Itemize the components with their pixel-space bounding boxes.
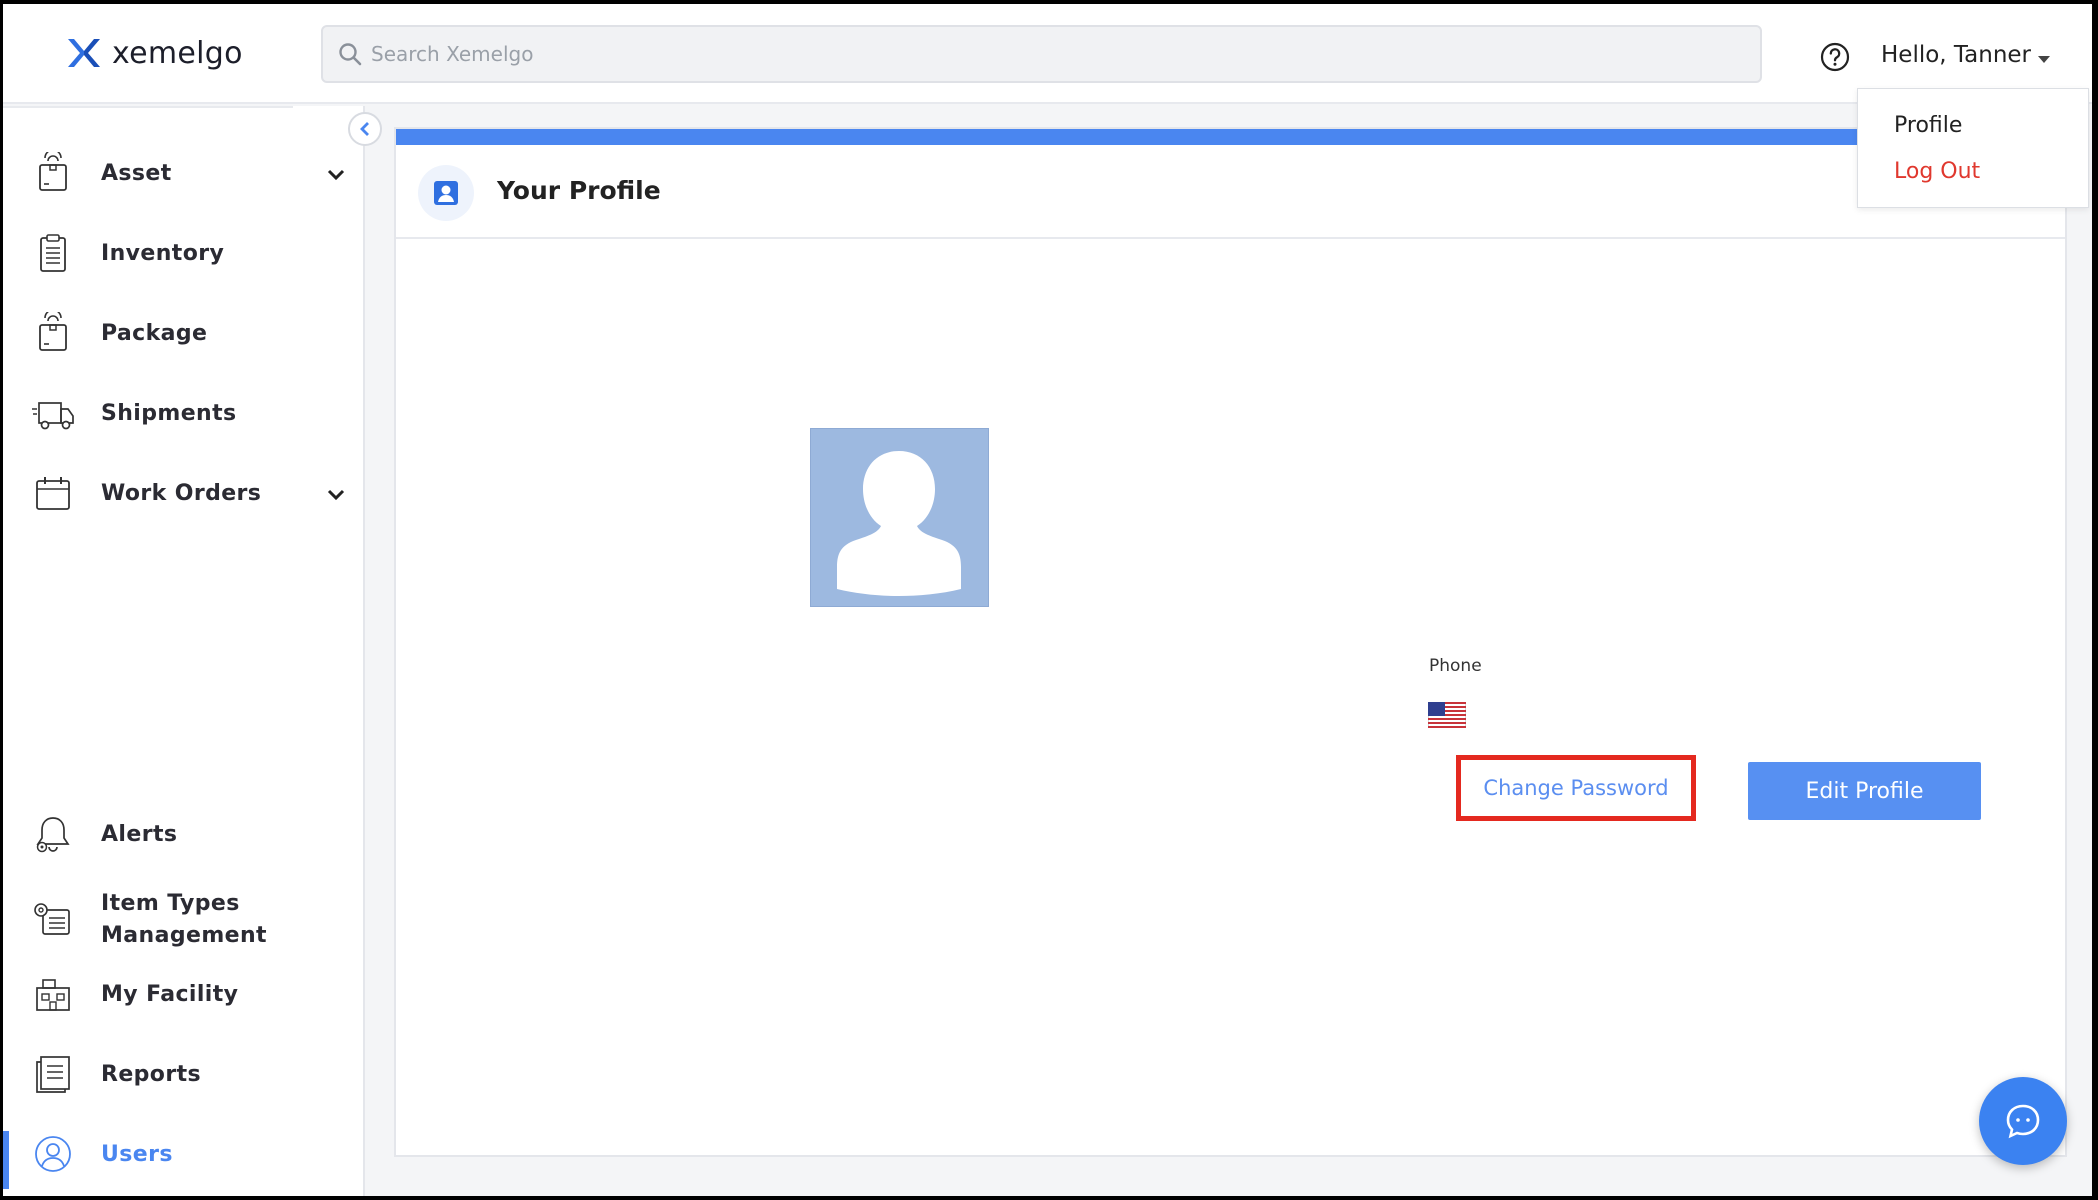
sidebar-item-label: My Facility <box>101 982 239 1007</box>
sidebar-item-label: Item Types Management <box>101 891 267 948</box>
sidebar-item-label: Package <box>101 321 208 346</box>
item-types-icon <box>34 903 70 935</box>
sidebar-item-users[interactable]: Users <box>3 1130 363 1180</box>
page-title: Your Profile <box>497 176 661 205</box>
reports-icon <box>36 1056 70 1093</box>
clipboard-icon <box>40 234 66 272</box>
sidebar-item-label: Work Orders <box>101 481 262 506</box>
user-greeting[interactable]: Hello, Tanner <box>1881 42 2031 68</box>
search-input[interactable] <box>371 34 1731 74</box>
phone-label: Phone <box>1429 656 1482 676</box>
sidebar-item-asset[interactable]: Asset <box>3 149 363 199</box>
card-accent-bar <box>396 129 2065 145</box>
chevron-left-icon <box>360 122 369 136</box>
menu-item-log-out[interactable]: Log Out <box>1894 159 1980 184</box>
sidebar-item-reports[interactable]: Reports <box>3 1050 363 1100</box>
sidebar-item-shipments[interactable]: Shipments <box>3 389 363 439</box>
truck-icon <box>32 402 74 430</box>
chat-button[interactable] <box>1979 1077 2067 1165</box>
sidebar-item-label: Inventory <box>101 241 225 266</box>
sidebar-item-package[interactable]: Package <box>3 309 363 359</box>
sidebar-item-item-types-management[interactable]: Item Types Management <box>3 884 363 956</box>
sidebar-item-label: Asset <box>101 161 172 186</box>
top-header: xemelgo Hello, Tanner <box>3 4 2092 104</box>
sidebar-item-label: Shipments <box>101 401 237 426</box>
chevron-down-icon[interactable] <box>327 489 345 501</box>
facility-icon <box>36 979 70 1011</box>
change-password-button[interactable]: Change Password <box>1456 755 1696 821</box>
avatar[interactable] <box>810 428 989 607</box>
sidebar-item-alerts[interactable]: Alerts <box>3 810 363 860</box>
logo-text: xemelgo <box>112 35 243 71</box>
search-icon <box>339 43 362 66</box>
xemelgo-logo-icon <box>68 39 100 67</box>
collapse-sidebar-button[interactable] <box>348 112 382 146</box>
profile-badge <box>418 165 474 221</box>
package-tag-icon <box>39 312 67 351</box>
chevron-down-icon[interactable] <box>327 169 345 181</box>
sidebar-item-label: Reports <box>101 1062 201 1087</box>
contact-card-icon <box>434 181 458 205</box>
help-icon[interactable] <box>1819 41 1851 73</box>
sidebar-item-my-facility[interactable]: My Facility <box>3 970 363 1020</box>
menu-item-profile[interactable]: Profile <box>1894 113 1962 138</box>
sidebar-divider <box>3 106 293 108</box>
calendar-icon <box>36 477 70 510</box>
card-header: Your Profile <box>396 145 2065 239</box>
app-window: xemelgo Hello, Tanner <box>3 4 2092 1196</box>
sidebar-item-inventory[interactable]: Inventory <box>3 229 363 279</box>
sidebar-item-label: Alerts <box>101 822 178 847</box>
search-bar[interactable] <box>321 25 1762 83</box>
caret-down-icon[interactable] <box>2037 54 2051 64</box>
logo[interactable]: xemelgo <box>66 35 243 71</box>
user-circle-icon <box>35 1136 71 1172</box>
user-dropdown-menu: Profile Log Out <box>1857 88 2089 208</box>
sidebar: Asset Inventory Package Shipments Work O… <box>3 106 365 1196</box>
chat-icon <box>2006 1104 2040 1139</box>
user-silhouette-icon <box>837 451 961 596</box>
profile-card: Your Profile Phone Change Password Edit … <box>394 127 2067 1157</box>
us-flag-icon[interactable] <box>1428 702 1466 728</box>
asset-tag-icon <box>39 152 67 191</box>
edit-profile-button[interactable]: Edit Profile <box>1748 762 1981 820</box>
sidebar-item-label: Users <box>101 1142 173 1167</box>
sidebar-item-work-orders[interactable]: Work Orders <box>3 469 363 519</box>
bell-icon <box>36 817 70 853</box>
